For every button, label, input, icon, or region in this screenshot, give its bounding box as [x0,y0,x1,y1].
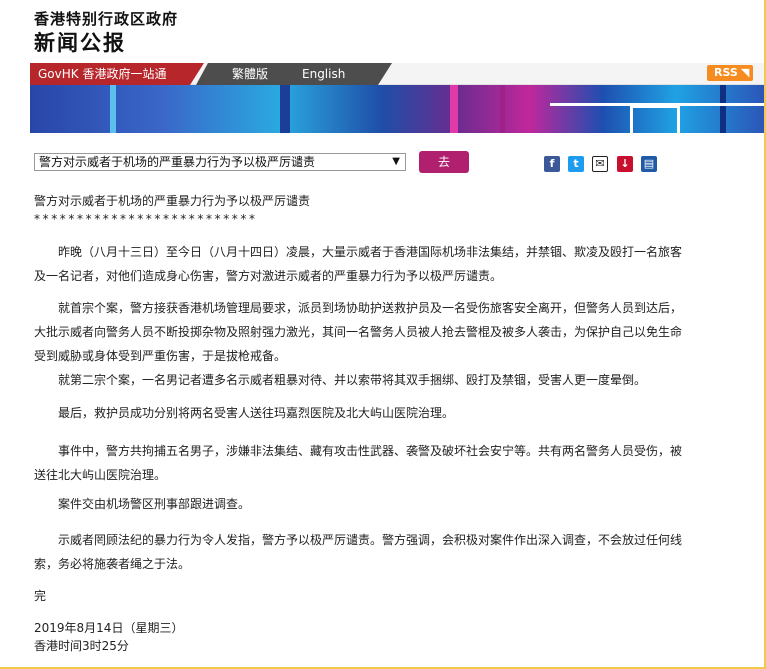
article-paragraph: 案件交由机场警区刑事部跟进调查。 [58,497,251,511]
article-paragraph: 事件中，警方共拘捕五名男子，涉嫌非法集结、藏有攻击性武器、袭警及破坏社会安宁等。… [34,444,683,482]
english-link[interactable]: English [292,63,355,85]
govhk-link[interactable]: GovHK 香港政府一站通 [30,63,190,85]
banner-stripe [110,85,116,133]
banner-stripe [720,85,726,133]
release-date: 2019年8月14日（星期三） [34,621,184,635]
article-paragraph: 昨晚（八月十三日）至今日（八月十四日）凌晨，大量示威者于香港国际机场非法集结，并… [34,245,683,283]
twitter-share-icon[interactable]: t [568,156,584,172]
banner-stripe [450,85,458,133]
headline-separator: ************************** [34,212,258,226]
release-time: 香港时间3时25分 [34,639,129,653]
press-release-selector[interactable]: 警方对示威者于机场的严重暴力行为予以极严厉谴责 ▼ [34,153,406,171]
go-button[interactable]: 去 [419,151,469,173]
traditional-chinese-link[interactable]: 繁體版 [222,63,278,85]
site-header: 香港特别行政区政府 新闻公报 [0,0,764,63]
article-paragraph: 示威者罔顾法纪的暴力行为令人发指，警方予以极严厉谴责。警方强调，会积极对案件作出… [34,533,683,571]
print-icon[interactable]: ▤ [641,156,657,172]
government-title: 香港特别行政区政府 [34,10,179,28]
email-share-icon[interactable]: ✉ [592,156,608,172]
top-navigation: GovHK 香港政府一站通 繁體版 English RSS ◥ [30,63,764,85]
article-paragraph: 就第二宗个案，一名男记者遭多名示威者粗暴对待、并以索带将其双手捆绑、殴打及禁锢，… [58,373,647,387]
article-paragraph: 最后，救护员成功分别将两名受害人送往玛嘉烈医院及北大屿山医院治理。 [58,406,455,420]
end-mark: 完 [34,589,47,603]
facebook-share-icon[interactable]: f [544,156,560,172]
language-tab-edge-left [196,63,208,85]
banner-box-graphic [630,105,680,133]
rss-label: RSS [714,66,738,79]
bookmark-icon[interactable]: ↓ [617,156,633,172]
press-releases-title: 新闻公报 [34,31,126,55]
article-body: 警方对示威者于机场的严重暴力行为予以极严厉谴责 ****************… [34,192,682,653]
banner-stripe [280,85,290,133]
dropdown-arrow-icon: ▼ [392,156,400,167]
article-headline: 警方对示威者于机场的严重暴力行为予以极严厉谴责 [34,194,311,208]
rss-button[interactable]: RSS ◥ [707,65,754,81]
language-tab-edge-right [378,63,392,85]
header-banner [30,85,764,133]
rss-icon: ◥ [740,66,750,79]
selected-release: 警方对示威者于机场的严重暴力行为予以极严厉谴责 [39,155,316,169]
banner-stripe [500,85,505,133]
article-paragraph: 就首宗个案，警方接获香港机场管理局要求，派员到场协助护送救护员及一名受伤旅客安全… [34,301,683,363]
language-tabs: 繁體版 English [208,63,378,85]
